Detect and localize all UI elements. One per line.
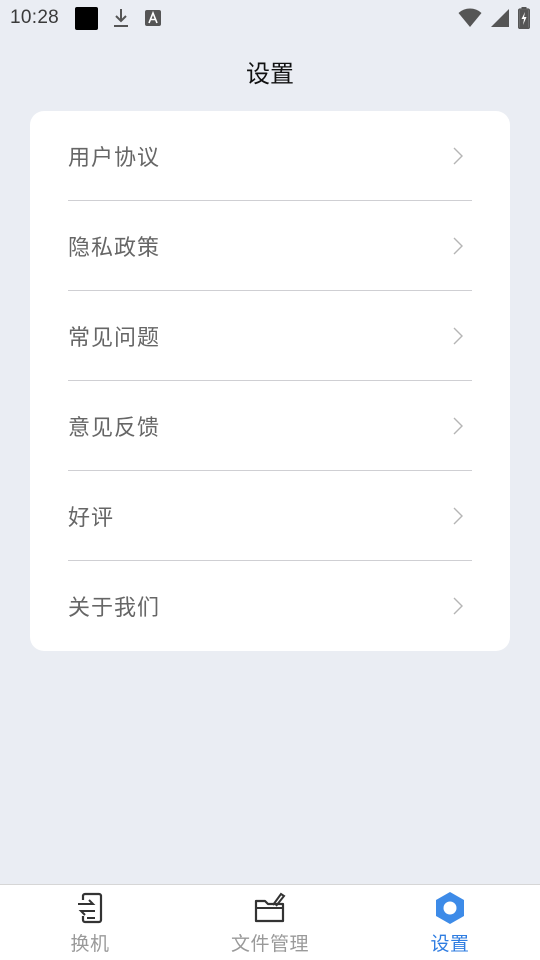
bottom-nav: 换机 文件管理 设置 (0, 884, 540, 960)
settings-item-about-us[interactable]: 关于我们 (68, 561, 472, 651)
tab-label: 设置 (430, 933, 470, 955)
settings-item-label: 常见问题 (68, 325, 161, 351)
settings-item-label: 意见反馈 (68, 415, 161, 441)
download-icon (114, 9, 129, 27)
settings-item-user-agreement[interactable]: 用户协议 (68, 111, 472, 201)
settings-screen: 10:28 设置 用户协议 隐私政策 常见问题 意见反馈 好评 关于我们 换机 … (0, 0, 540, 960)
font-a-icon (145, 10, 162, 26)
settings-item-faq[interactable]: 常见问题 (68, 291, 472, 381)
settings-item-privacy-policy[interactable]: 隐私政策 (68, 201, 472, 291)
tab-label: 文件管理 (230, 933, 309, 955)
settings-item-feedback[interactable]: 意见反馈 (68, 381, 472, 471)
chevron-right-icon (453, 507, 463, 524)
phone-transfer-icon (78, 892, 103, 924)
chevron-right-icon (453, 597, 463, 615)
status-time: 10:28 (10, 7, 60, 28)
settings-list: 用户协议 隐私政策 常见问题 意见反馈 好评 关于我们 (30, 111, 510, 651)
wifi-icon (458, 8, 482, 27)
settings-item-label: 好评 (68, 505, 115, 531)
settings-item-rate-us[interactable]: 好评 (68, 471, 472, 561)
page-title: 设置 (246, 60, 294, 88)
tab-settings[interactable]: 设置 (360, 885, 540, 960)
status-notification-icons (75, 6, 162, 30)
tab-phone-transfer[interactable]: 换机 (0, 885, 180, 960)
status-system-icons (458, 7, 530, 29)
settings-item-label: 用户协议 (68, 145, 161, 171)
signal-icon (491, 9, 509, 27)
folder-icon (254, 892, 286, 923)
chevron-right-icon (453, 327, 463, 344)
settings-hexagon-icon (436, 892, 464, 924)
tab-label: 换机 (70, 933, 110, 955)
battery-charging-icon (518, 7, 530, 29)
notification-square-icon (75, 6, 99, 30)
chevron-right-icon (453, 417, 463, 434)
status-bar: 10:28 (0, 0, 540, 36)
settings-item-label: 关于我们 (68, 596, 161, 621)
settings-item-label: 隐私政策 (68, 235, 161, 261)
chevron-right-icon (453, 237, 463, 254)
tab-file-manager[interactable]: 文件管理 (180, 885, 360, 960)
chevron-right-icon (453, 147, 463, 164)
